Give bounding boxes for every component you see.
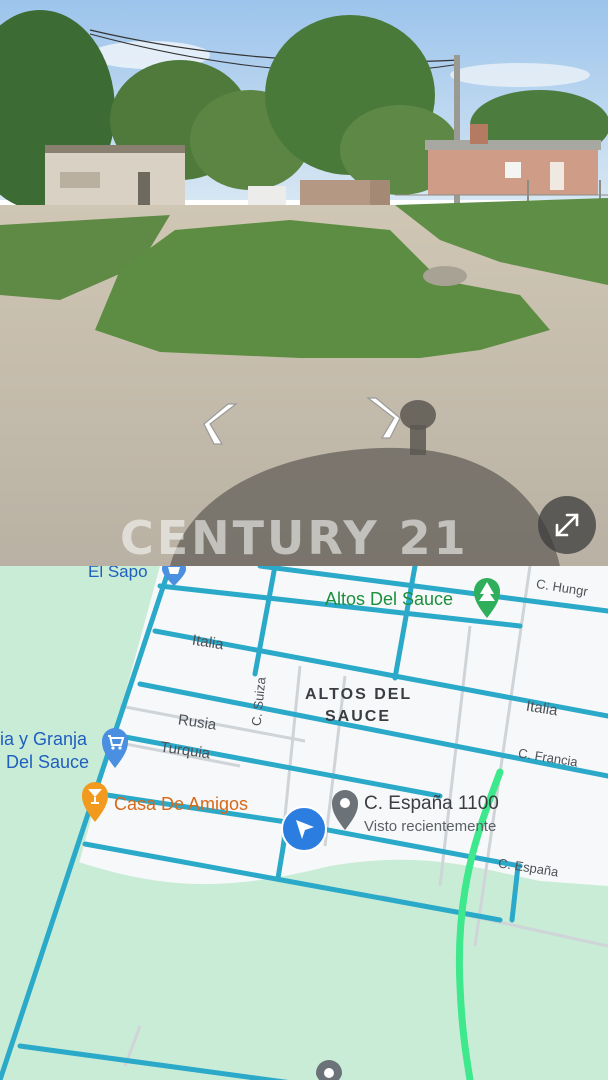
chevron-left-icon (203, 403, 238, 445)
place-label-el-sapo[interactable]: El Sapo (88, 566, 148, 582)
chevron-right-icon (366, 397, 401, 439)
street-view-panorama[interactable]: CENTURY 21 (0, 0, 608, 566)
place-label-granja-line2[interactable]: Del Sauce (6, 752, 89, 773)
neighborhood-label-line1: ALTOS DEL (305, 686, 413, 703)
nav-right-arrow[interactable] (362, 394, 402, 440)
neighborhood-label-line2: SAUCE (325, 708, 392, 725)
navigation-arrow-icon (281, 806, 327, 852)
destination-subtitle: Visto recientemente (364, 818, 497, 835)
street-scene (0, 0, 608, 566)
watermark: CENTURY 21 (120, 511, 469, 565)
expand-button[interactable] (538, 496, 596, 554)
place-label-altos-del-sauce[interactable]: Altos Del Sauce (325, 589, 453, 610)
destination-title[interactable]: C. España 1100 (364, 793, 499, 815)
place-label-granja-line1[interactable]: ia y Granja (0, 729, 87, 750)
nav-left-arrow[interactable] (202, 400, 242, 446)
place-label-casa-de-amigos[interactable]: Casa De Amigos (114, 794, 248, 815)
map-view[interactable]: Italia Italia C. Hungr C. Suiza Rusia Tu… (0, 566, 608, 1080)
expand-arrows-icon (555, 513, 579, 537)
